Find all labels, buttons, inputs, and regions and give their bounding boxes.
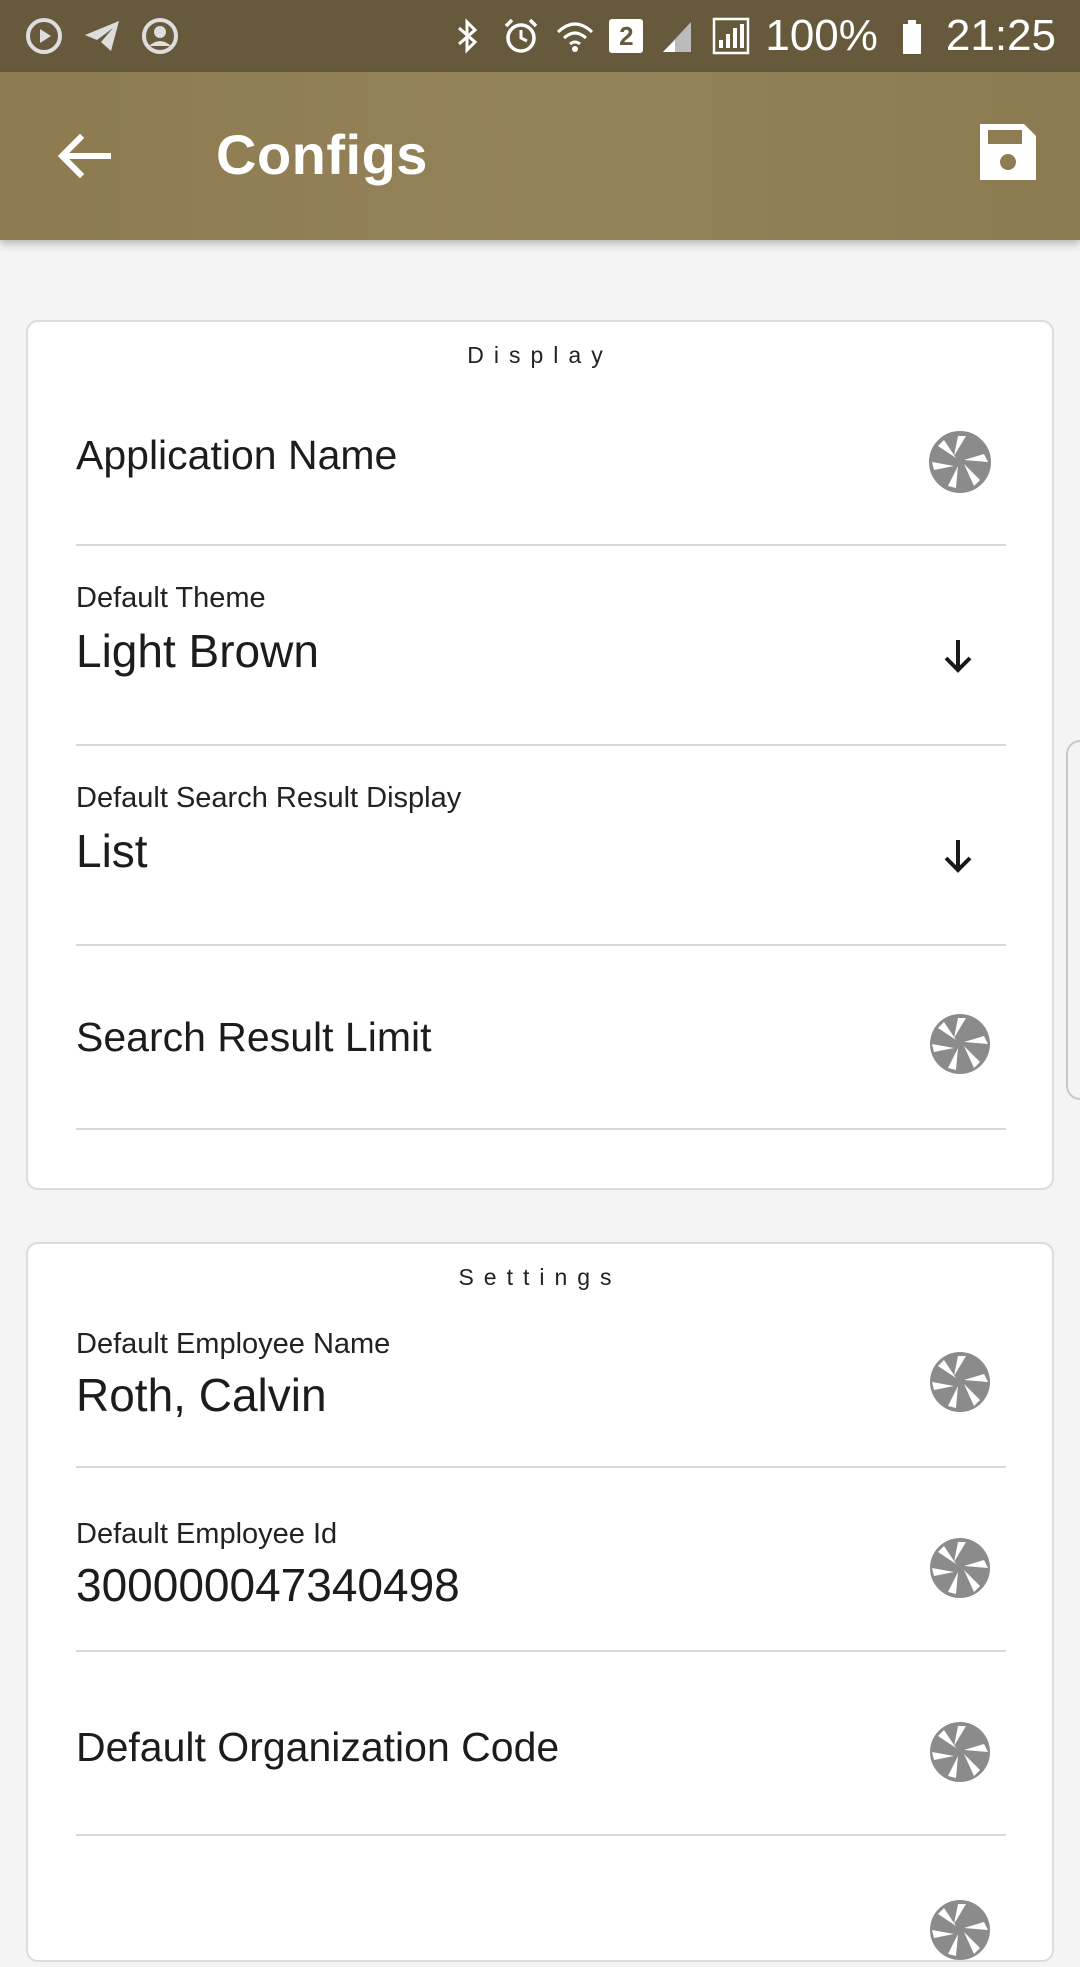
list-item[interactable] — [76, 1834, 1006, 1960]
arrow-down-icon[interactable] — [936, 834, 980, 878]
row-label: Default Search Result Display — [76, 782, 462, 814]
aperture-icon[interactable] — [928, 1012, 992, 1076]
battery-icon — [892, 16, 932, 56]
settings-card: Settings Default Employee Name Roth, Cal… — [26, 1242, 1054, 1962]
default-search-result-display-select[interactable]: Default Search Result Display List — [76, 744, 1006, 946]
notification-badge: 2 — [609, 19, 644, 53]
default-employee-id-row[interactable]: Default Employee Id 300000047340498 — [76, 1466, 1006, 1652]
default-organization-code-row[interactable]: Default Organization Code — [76, 1650, 1006, 1836]
account-circle-icon — [140, 16, 180, 56]
aperture-icon[interactable] — [928, 1350, 992, 1414]
clock: 21:25 — [945, 11, 1056, 60]
row-value: List — [76, 825, 148, 877]
wifi-icon — [555, 16, 595, 56]
play-circle-icon — [24, 16, 64, 56]
alarm-icon — [501, 16, 541, 56]
app-bar: Configs — [0, 72, 1080, 240]
arrow-left-icon — [57, 133, 111, 179]
row-value: Light Brown — [76, 625, 319, 677]
section-header: Settings — [458, 1264, 622, 1290]
row-title: Application Name — [76, 432, 398, 478]
search-result-limit-row[interactable]: Search Result Limit — [76, 944, 1006, 1130]
row-label: Default Theme — [76, 582, 266, 614]
back-button[interactable] — [52, 124, 116, 188]
floppy-disk-icon — [980, 124, 1036, 180]
row-title: Default Organization Code — [76, 1724, 560, 1770]
display-card: Display Application Name Default Theme L… — [26, 320, 1054, 1190]
row-title: Search Result Limit — [76, 1014, 432, 1060]
default-employee-name-row[interactable]: Default Employee Name Roth, Calvin — [76, 1324, 1006, 1468]
row-value: 300000047340498 — [76, 1559, 460, 1611]
drawer-handle[interactable] — [1066, 740, 1080, 1100]
aperture-icon[interactable] — [928, 1720, 992, 1784]
row-value: Roth, Calvin — [76, 1369, 327, 1421]
signal-icon — [711, 16, 751, 56]
page-title: Configs — [216, 123, 428, 186]
default-theme-select[interactable]: Default Theme Light Brown — [76, 544, 1006, 746]
battery-percent: 100% — [765, 11, 878, 60]
row-label: Default Employee Id — [76, 1518, 338, 1550]
signal-icon — [657, 16, 697, 56]
aperture-icon[interactable] — [928, 1898, 992, 1962]
aperture-icon[interactable] — [928, 1536, 992, 1600]
status-bar: 2 100% 21:25 — [0, 0, 1080, 72]
section-header: Display — [467, 342, 613, 368]
arrow-down-icon[interactable] — [936, 634, 980, 678]
bluetooth-icon — [447, 16, 487, 56]
application-name-row[interactable]: Application Name — [76, 402, 1006, 546]
aperture-icon[interactable] — [928, 430, 992, 494]
row-label: Default Employee Name — [76, 1328, 391, 1360]
save-button[interactable] — [976, 120, 1040, 184]
telegram-icon — [82, 16, 122, 56]
